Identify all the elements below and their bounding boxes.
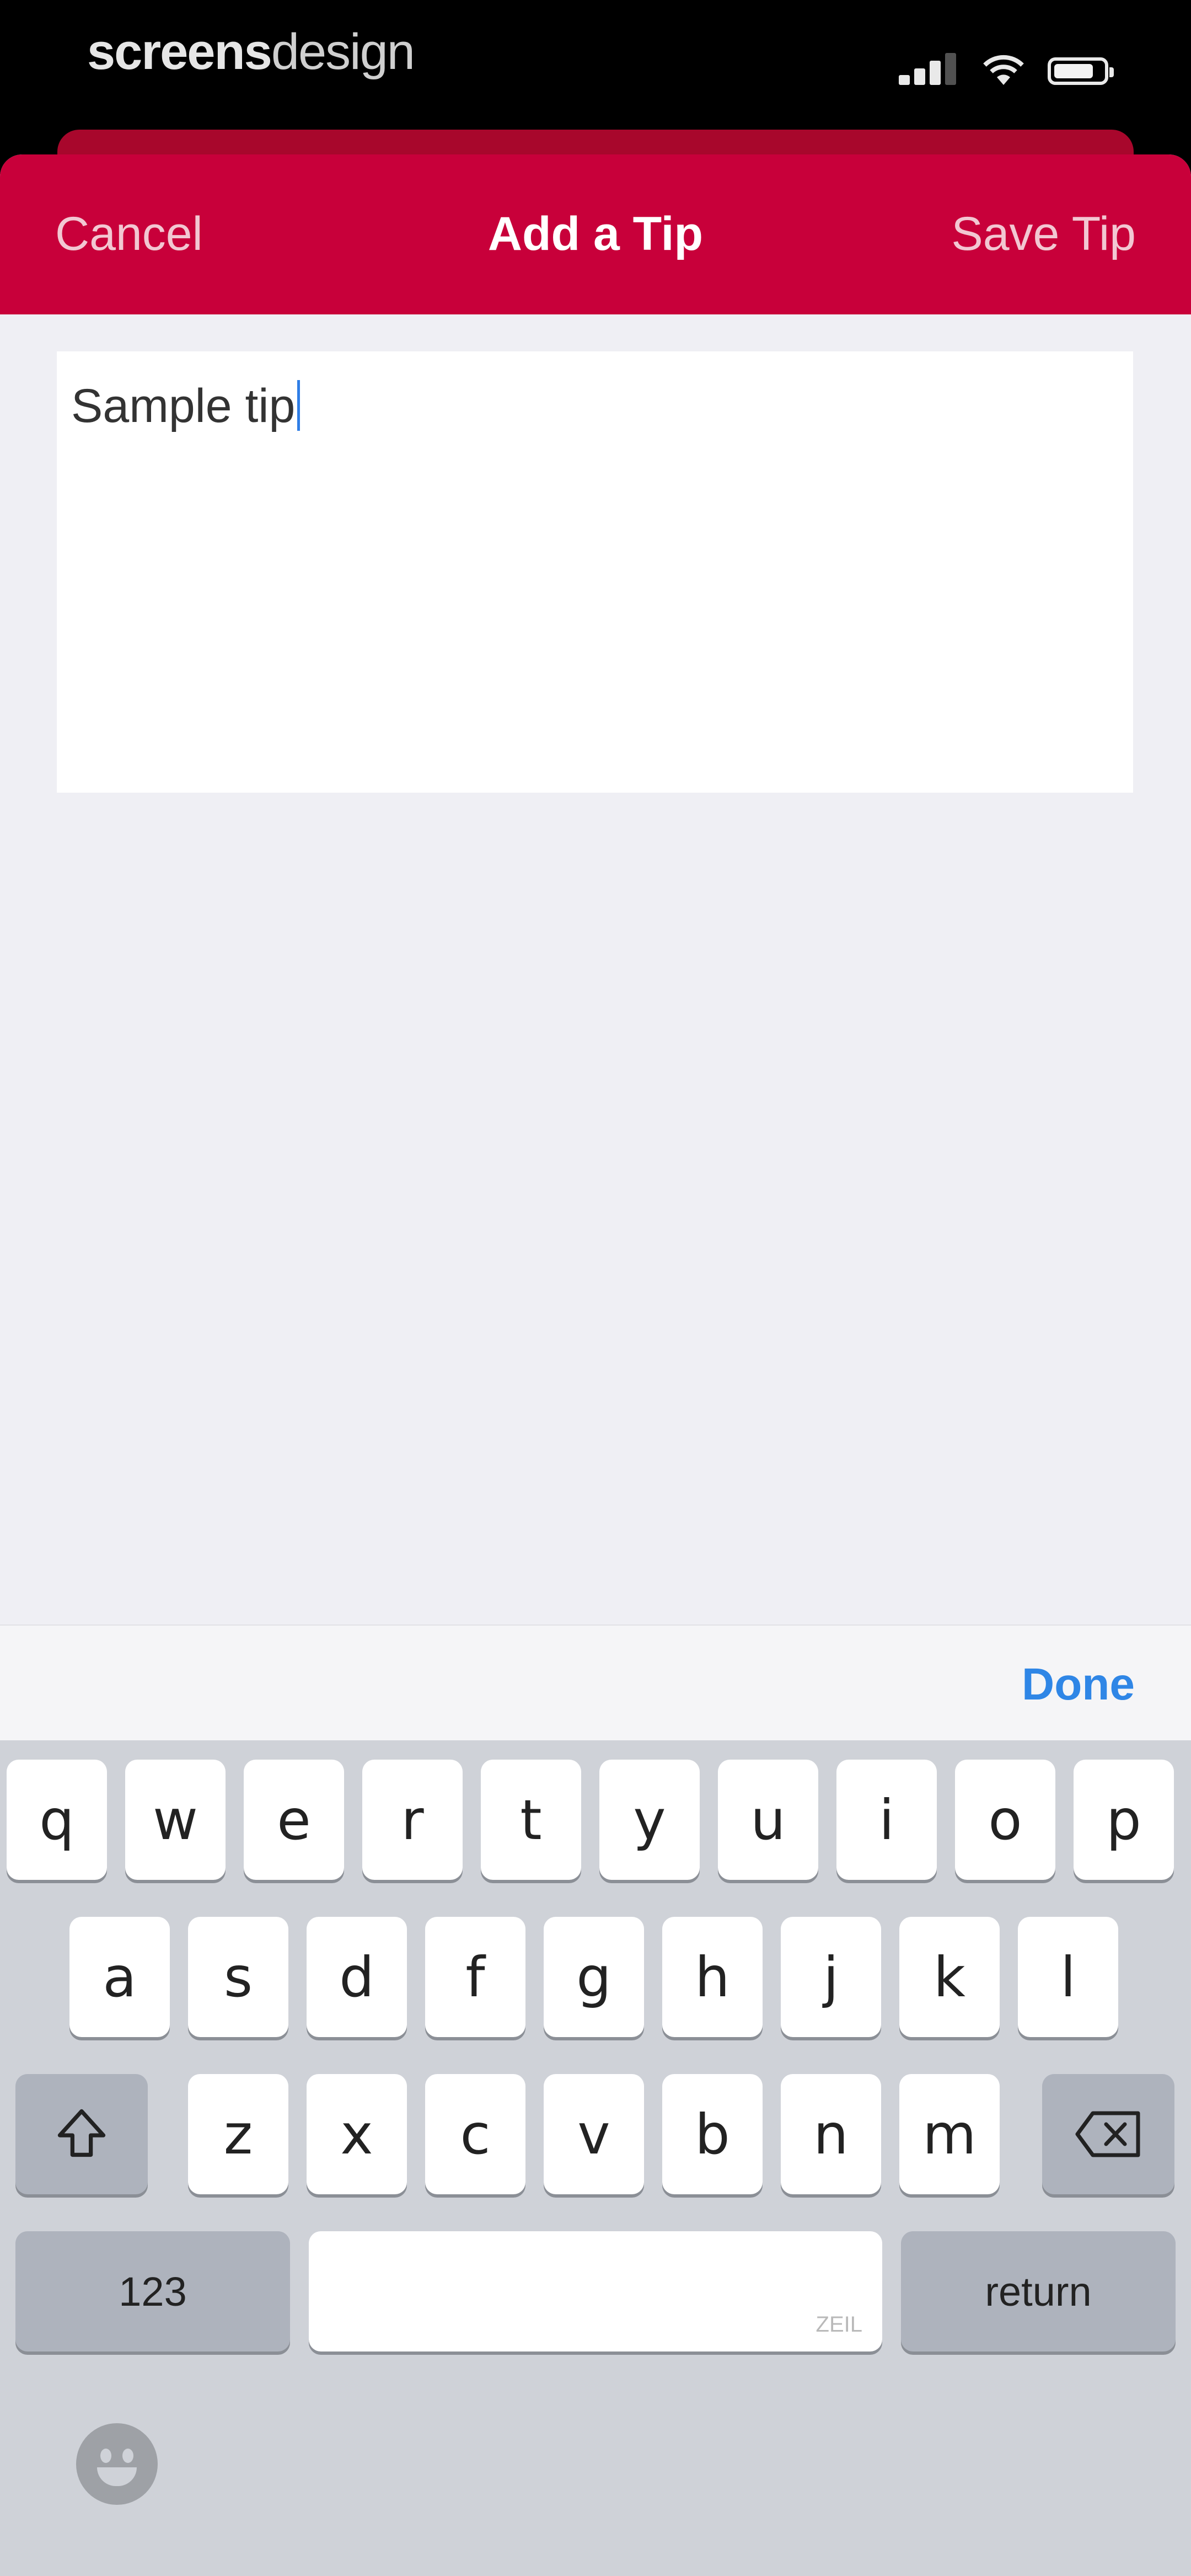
key-i[interactable]: i bbox=[836, 1760, 937, 1880]
key-z[interactable]: z bbox=[188, 2074, 288, 2194]
key-h[interactable]: h bbox=[662, 1917, 763, 2037]
key-y[interactable]: y bbox=[599, 1760, 700, 1880]
key-l[interactable]: l bbox=[1018, 1917, 1118, 2037]
key-v[interactable]: v bbox=[544, 2074, 644, 2194]
battery-icon bbox=[1048, 57, 1114, 85]
text-cursor bbox=[297, 380, 301, 431]
add-tip-screen: screensdesign Cancel Add a Tip Save Tip … bbox=[0, 0, 1191, 2576]
keyboard: q w e r t y u i o p a s d f g h j k l z … bbox=[0, 1740, 1191, 2576]
brand-part1: screens bbox=[87, 24, 272, 80]
keyboard-accessory-bar: Done bbox=[0, 1624, 1191, 1741]
key-n[interactable]: n bbox=[781, 2074, 881, 2194]
key-t[interactable]: t bbox=[481, 1760, 581, 1880]
key-p[interactable]: p bbox=[1074, 1760, 1174, 1880]
space-key[interactable]: ZEIL bbox=[309, 2231, 882, 2351]
key-s[interactable]: s bbox=[188, 1917, 288, 2037]
key-c[interactable]: c bbox=[425, 2074, 525, 2194]
backspace-icon bbox=[1075, 2111, 1140, 2157]
brand-part2: design bbox=[271, 24, 415, 80]
key-x[interactable]: x bbox=[307, 2074, 407, 2194]
numbers-key[interactable]: 123 bbox=[15, 2231, 290, 2351]
cellular-signal-icon bbox=[899, 51, 959, 89]
save-tip-button[interactable]: Save Tip bbox=[951, 207, 1136, 261]
tip-text-area[interactable]: Sample tip bbox=[57, 351, 1133, 793]
status-bar: screensdesign bbox=[0, 0, 1191, 132]
key-m[interactable]: m bbox=[899, 2074, 1000, 2194]
status-icons bbox=[899, 51, 1119, 89]
key-r[interactable]: r bbox=[362, 1760, 463, 1880]
key-g[interactable]: g bbox=[544, 1917, 644, 2037]
shift-key[interactable] bbox=[15, 2074, 148, 2194]
backspace-key[interactable] bbox=[1042, 2074, 1174, 2194]
key-d[interactable]: d bbox=[307, 1917, 407, 2037]
key-f[interactable]: f bbox=[425, 1917, 525, 2037]
key-e[interactable]: e bbox=[244, 1760, 344, 1880]
brand-watermark: screensdesign bbox=[87, 23, 415, 81]
key-a[interactable]: a bbox=[69, 1917, 170, 2037]
key-o[interactable]: o bbox=[955, 1760, 1055, 1880]
space-key-hint: ZEIL bbox=[816, 2312, 862, 2337]
return-key[interactable]: return bbox=[901, 2231, 1176, 2351]
key-b[interactable]: b bbox=[662, 2074, 763, 2194]
key-j[interactable]: j bbox=[781, 1917, 881, 2037]
key-k[interactable]: k bbox=[899, 1917, 1000, 2037]
tip-text-value: Sample tip bbox=[71, 380, 296, 432]
key-u[interactable]: u bbox=[718, 1760, 818, 1880]
emoji-icon[interactable] bbox=[76, 2423, 158, 2505]
done-button[interactable]: Done bbox=[1022, 1659, 1135, 1711]
key-w[interactable]: w bbox=[125, 1760, 226, 1880]
wifi-icon bbox=[983, 55, 1024, 85]
shift-icon bbox=[57, 2109, 106, 2157]
navigation-bar: Cancel Add a Tip Save Tip bbox=[0, 154, 1191, 314]
key-q[interactable]: q bbox=[7, 1760, 107, 1880]
